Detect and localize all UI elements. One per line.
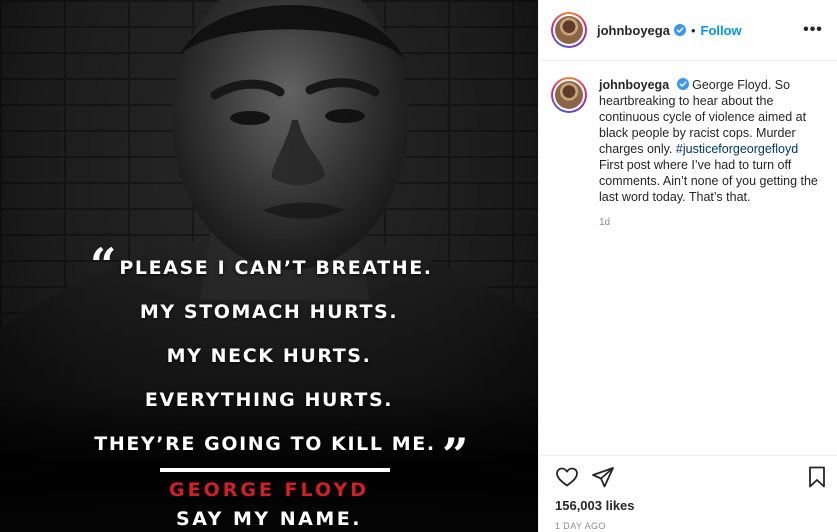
- caption-time[interactable]: 1d: [599, 217, 821, 228]
- avatar[interactable]: [551, 12, 587, 48]
- bookmark-icon: [809, 466, 825, 488]
- white-divider: [160, 468, 390, 472]
- instagram-post: “ PLEASE I CAN’T BREATHE. MY STOMACH HUR…: [0, 0, 837, 532]
- verified-badge-icon: [673, 24, 686, 36]
- separator-dot: •: [690, 22, 696, 38]
- quote-line: MY NECK HURTS.: [166, 345, 372, 367]
- header-username[interactable]: johnboyega: [597, 23, 670, 38]
- caption-text: johnboyega George Floyd. So heartbreakin…: [599, 77, 821, 205]
- quote-line: PLEASE I CAN’T BREATHE.: [119, 257, 433, 279]
- caption-body: johnboyega George Floyd. So heartbreakin…: [599, 77, 821, 228]
- quote-line: EVERYTHING HURTS.: [144, 389, 394, 411]
- post-date[interactable]: 1 DAY AGO: [555, 521, 821, 531]
- caption-username[interactable]: johnboyega: [599, 78, 669, 92]
- action-icons-row: [555, 457, 825, 497]
- share-button[interactable]: [591, 465, 615, 489]
- post-actions: 156,003 likes 1 DAY AGO: [539, 455, 837, 531]
- caption: johnboyega George Floyd. So heartbreakin…: [539, 61, 837, 228]
- post-sidebar: johnboyega • Follow ••• johnboyega Georg…: [538, 0, 837, 532]
- say-my-name-text: SAY MY NAME.: [176, 508, 362, 530]
- post-header: johnboyega • Follow •••: [539, 0, 837, 61]
- quote-line: MY STOMACH HURTS.: [139, 301, 399, 323]
- victim-name: GEORGE FLOYD: [169, 479, 369, 501]
- verified-badge-icon: [676, 78, 689, 90]
- share-icon: [592, 467, 614, 488]
- follow-button[interactable]: Follow: [701, 23, 742, 38]
- post-image[interactable]: “ PLEASE I CAN’T BREATHE. MY STOMACH HUR…: [0, 0, 538, 532]
- avatar-photo: [555, 16, 583, 44]
- save-button[interactable]: [805, 465, 829, 489]
- hashtag-link[interactable]: #justiceforgeorgefloyd: [676, 142, 798, 156]
- caption-text-part: First post where I’ve had to turn off co…: [599, 158, 818, 204]
- caption-avatar[interactable]: [551, 77, 587, 113]
- more-options-icon[interactable]: •••: [801, 21, 825, 39]
- close-quote-mark: ”: [442, 428, 469, 482]
- like-button[interactable]: [555, 465, 579, 489]
- heart-icon: [556, 467, 578, 487]
- avatar-photo: [555, 81, 583, 109]
- likes-count[interactable]: 156,003 likes: [555, 498, 821, 513]
